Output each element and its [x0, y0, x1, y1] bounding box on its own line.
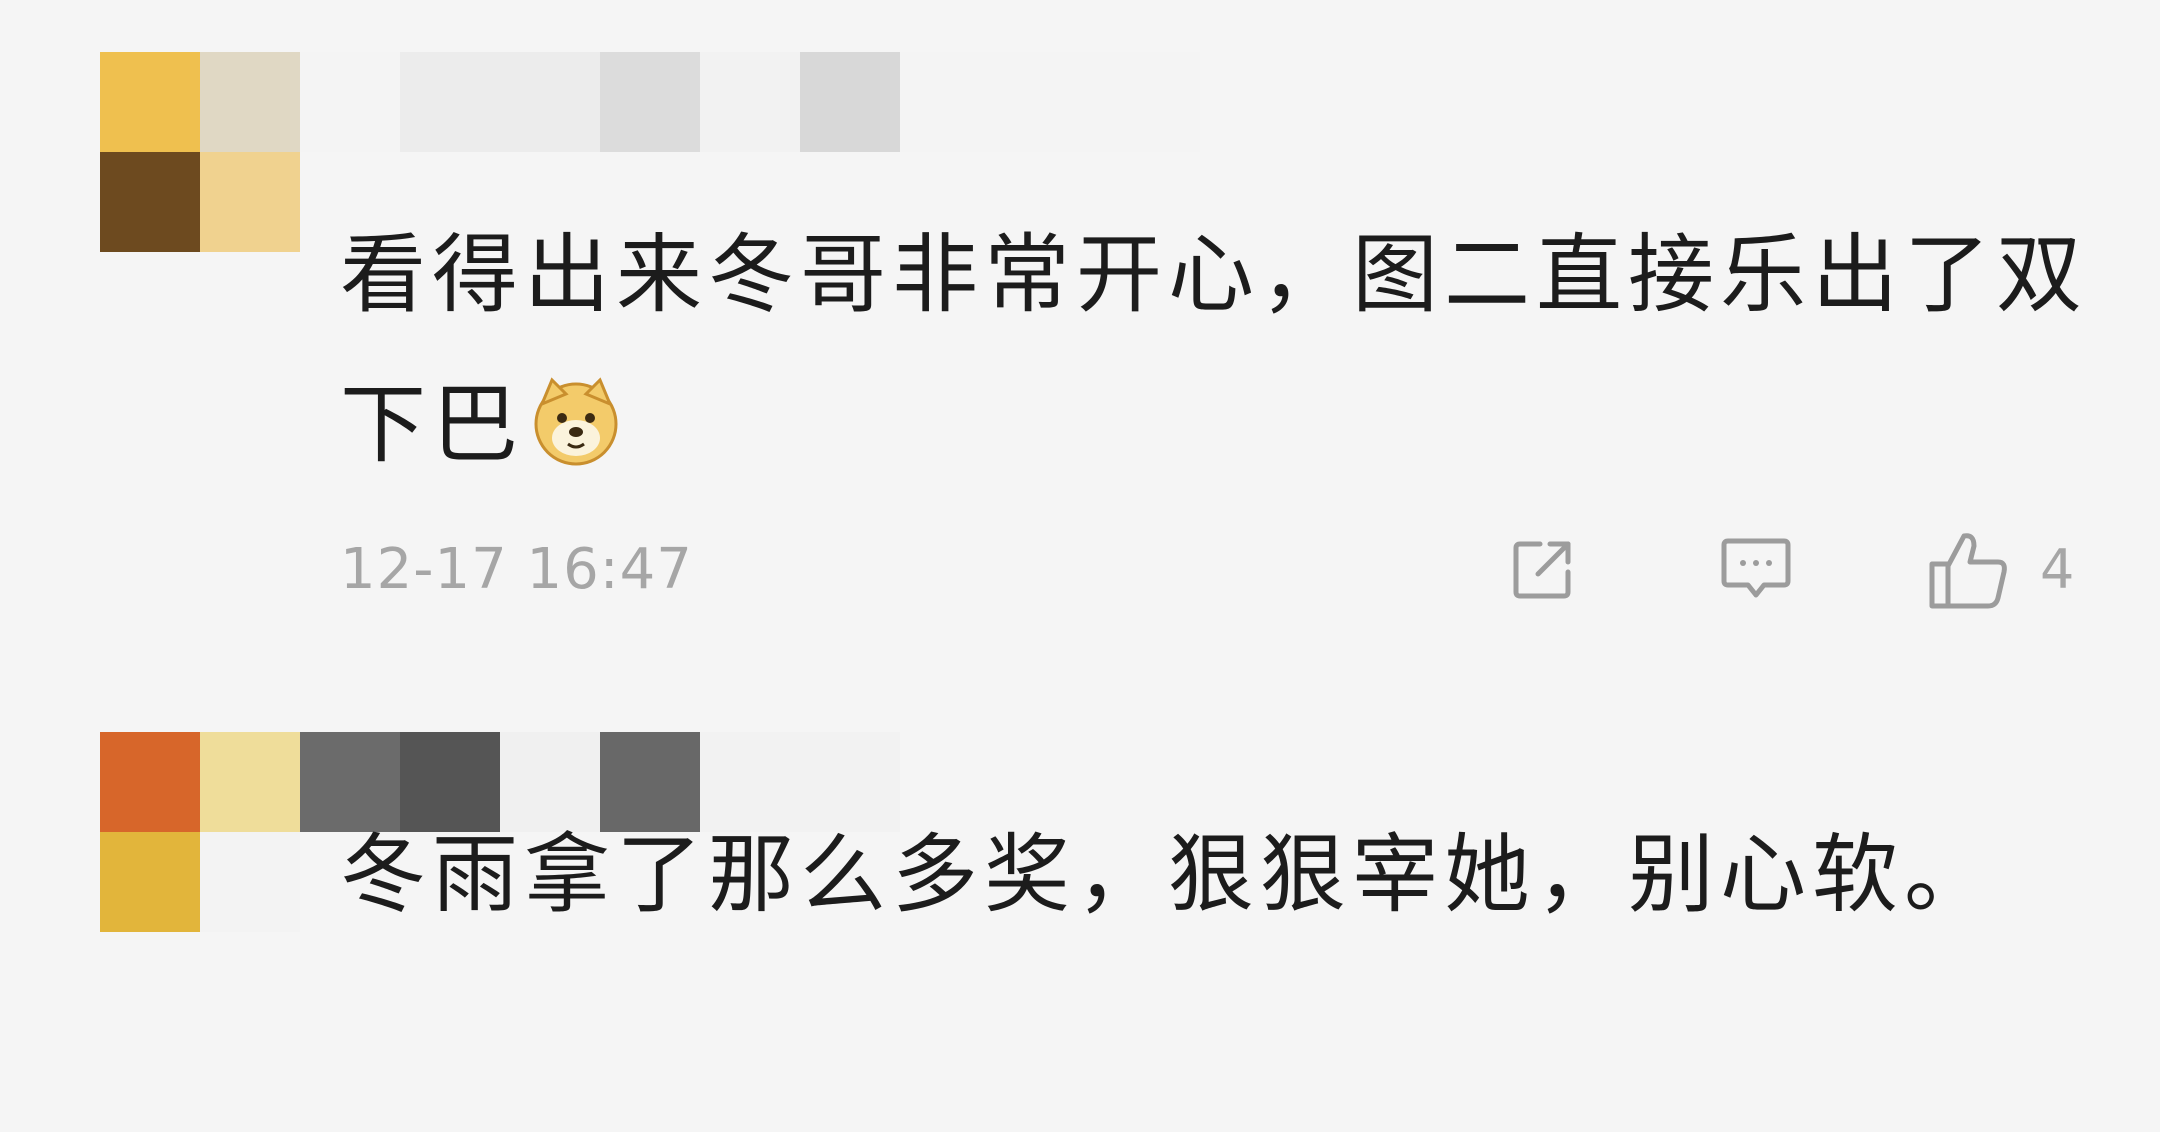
avatar-pixel	[200, 732, 300, 832]
comment-text: 看得出来冬哥非常开心，图二直接乐出了双下巴	[340, 200, 2100, 500]
timestamp: 12-17 16:47	[340, 537, 693, 602]
comment-meta: 12-17 16:47 4	[340, 530, 2120, 610]
comment-item: 冬雨拿了那么多奖，狠狠宰她，别心软。	[0, 720, 2160, 1132]
avatar-pixel	[200, 52, 300, 152]
username-pixel	[400, 52, 600, 152]
username-redacted[interactable]	[300, 52, 1200, 152]
avatar-pixel	[100, 832, 200, 932]
comment-icon	[1720, 537, 1792, 603]
doge-emoji	[530, 362, 622, 466]
avatar-pixel	[200, 832, 300, 932]
username-pixel	[600, 52, 700, 152]
thumbs-up-icon	[1928, 530, 2010, 610]
avatar-pixel	[100, 152, 200, 252]
avatar[interactable]	[100, 732, 300, 932]
avatar-pixel	[100, 52, 200, 152]
like-count: 4	[2040, 538, 2075, 601]
username-pixel	[900, 52, 1200, 152]
avatar-pixel	[200, 152, 300, 252]
username-pixel	[300, 52, 400, 152]
comment-text: 冬雨拿了那么多奖，狠狠宰她，别心软。	[340, 825, 1996, 925]
share-icon	[1510, 538, 1574, 602]
username-pixel	[700, 52, 800, 152]
reply-button[interactable]	[1720, 538, 1792, 602]
avatar-pixel	[100, 732, 200, 832]
username-pixel	[800, 52, 900, 152]
avatar[interactable]	[100, 52, 300, 252]
like-button[interactable]: 4	[1928, 533, 2075, 609]
comment-item: 看得出来冬哥非常开心，图二直接乐出了双下巴 12-17 16:47 4	[0, 40, 2160, 640]
share-button[interactable]	[1510, 538, 1574, 602]
